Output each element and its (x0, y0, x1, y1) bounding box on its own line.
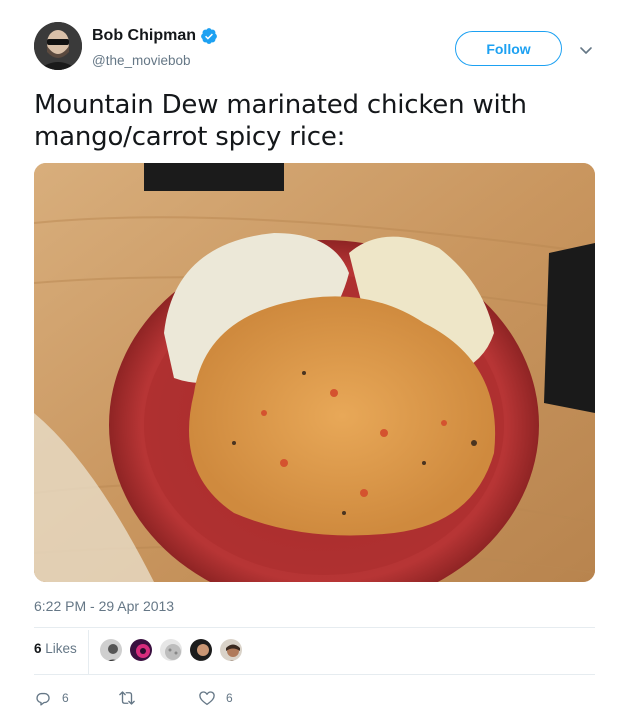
user-avatar-icon (160, 639, 182, 661)
tweet-photo[interactable] (34, 163, 595, 582)
likes-number: 6 (34, 641, 42, 656)
retweet-button[interactable] (118, 686, 146, 710)
likes-label: Likes (45, 641, 77, 656)
user-avatar-icon (100, 639, 122, 661)
user-avatar-icon (220, 639, 242, 661)
verified-badge-icon (201, 28, 217, 44)
user-avatar-icon (190, 639, 212, 661)
user-avatar-icon (34, 22, 82, 70)
divider (34, 627, 595, 628)
tweet-card: Bob Chipman @the_moviebob Follow Mountai… (0, 0, 622, 720)
follow-button[interactable]: Follow (455, 31, 562, 66)
liker-avatar[interactable] (98, 637, 124, 663)
user-avatar-icon (130, 639, 152, 661)
reply-icon (36, 692, 50, 706)
like-count: 6 (226, 691, 233, 705)
liker-avatars (98, 637, 248, 663)
author-avatar[interactable] (34, 22, 82, 70)
tweet-text: Mountain Dew marinated chicken with mang… (34, 90, 527, 152)
liker-avatar[interactable] (218, 637, 244, 663)
likes-count[interactable]: 6 Likes (34, 641, 77, 656)
heart-icon (199, 691, 215, 706)
liker-avatar[interactable] (188, 637, 214, 663)
liker-avatar[interactable] (158, 637, 184, 663)
liker-avatar[interactable] (128, 637, 154, 663)
likes-separator (88, 630, 89, 674)
food-photo-image (34, 163, 595, 582)
author-handle[interactable]: @the_moviebob (92, 53, 191, 68)
chevron-down-icon[interactable] (576, 40, 596, 60)
divider (34, 674, 595, 675)
tweet-timestamp[interactable]: 6:22 PM - 29 Apr 2013 (34, 598, 174, 614)
author-display-name[interactable]: Bob Chipman (92, 27, 196, 45)
author-name-row: Bob Chipman (92, 27, 218, 45)
reply-count: 6 (62, 691, 69, 705)
like-button[interactable]: 6 (198, 686, 233, 710)
retweet-icon (119, 691, 135, 705)
reply-button[interactable]: 6 (34, 686, 69, 710)
